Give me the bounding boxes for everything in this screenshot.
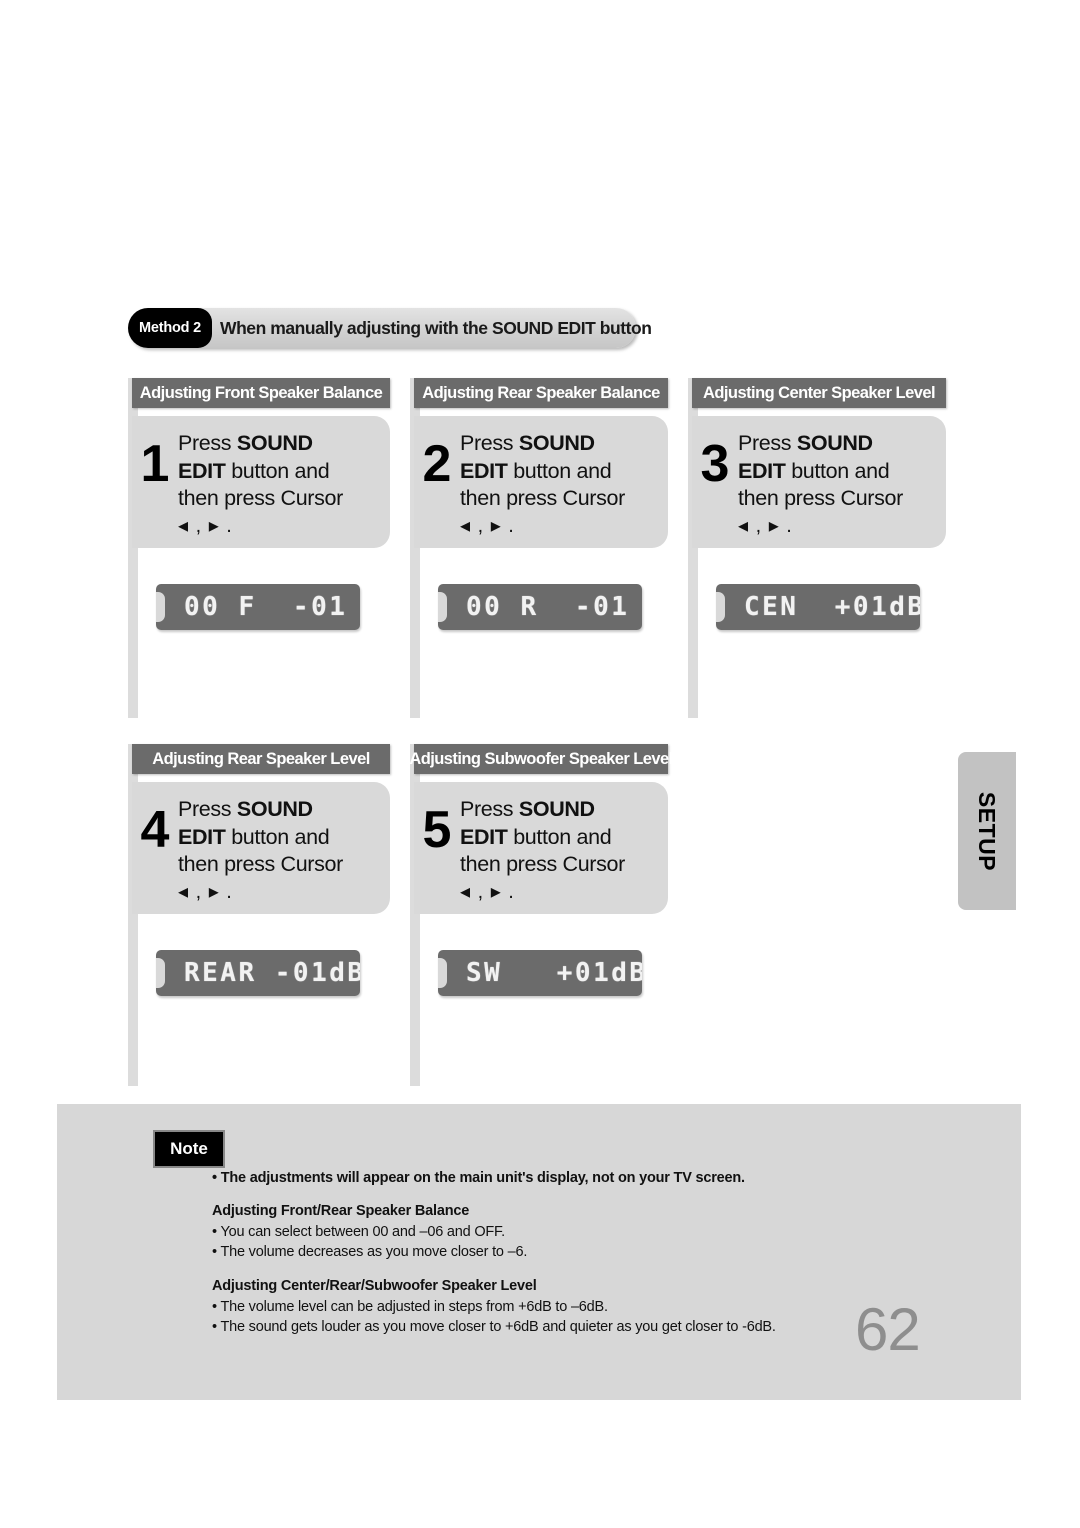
- step-4-press-label: Press: [178, 797, 237, 821]
- setup-tab-label: SETUP: [974, 791, 1001, 871]
- step-3-button-label: button and: [785, 458, 890, 483]
- step-2-button-label: button and: [507, 458, 612, 483]
- lcd-text-subwoofer-level: SW +01dB: [466, 958, 642, 988]
- page-number: 62: [855, 1296, 921, 1363]
- step-4-edit-label: EDIT: [178, 824, 226, 849]
- step-5-edit-label: EDIT: [460, 824, 508, 849]
- step-column-center-level: Adjusting Center Speaker Level 3 Press S…: [688, 378, 958, 718]
- step-number-2: 2: [422, 435, 452, 493]
- note-section-1-item-1: • The volume decreases as you move close…: [212, 1244, 528, 1260]
- step-5-press-label: Press: [460, 797, 519, 821]
- step-3-cursor-label: then press Cursor: [738, 486, 903, 511]
- lcd-display-rear-level: REAR -01dB: [156, 950, 360, 996]
- section-header-center-level: Adjusting Center Speaker Level: [692, 378, 946, 408]
- step-1-cursor-icons: ◂ , ▸ .: [178, 515, 233, 538]
- step-column-subwoofer-level: Adjusting Subwoofer Speaker Level 5 Pres…: [409, 744, 680, 1086]
- setup-side-tab: SETUP: [958, 752, 1016, 910]
- step-4-cursor-icons: ◂ , ▸ .: [178, 881, 233, 904]
- lcd-notch: [716, 592, 725, 622]
- step-3-edit-label: EDIT: [738, 458, 786, 483]
- lcd-display-center-level: CEN +01dB: [716, 584, 920, 630]
- lcd-notch: [156, 958, 165, 988]
- step-box-2: 2 Press SOUND EDIT button and then press…: [414, 416, 668, 548]
- note-section-1-title: Adjusting Front/Rear Speaker Balance: [212, 1203, 470, 1219]
- step-number-1: 1: [140, 435, 170, 493]
- step-column-front-balance: Adjusting Front Speaker Balance 1 Press …: [128, 378, 398, 718]
- step-column-rear-level: Adjusting Rear Speaker Level 4 Press SOU…: [128, 744, 398, 1086]
- lcd-notch: [438, 958, 447, 988]
- step-text-3: Press SOUND EDIT button and then press C…: [738, 416, 903, 537]
- lcd-notch: [438, 592, 447, 622]
- section-header-front-balance: Adjusting Front Speaker Balance: [132, 378, 390, 408]
- lcd-display-front-balance: 00 F -01: [156, 584, 360, 630]
- lcd-text-center-level: CEN +01dB: [744, 592, 920, 622]
- step-1-sound-label: SOUND: [236, 431, 313, 455]
- step-3-cursor-icons: ◂ , ▸ .: [738, 515, 793, 538]
- step-5-button-label: button and: [507, 824, 612, 849]
- step-text-5: Press SOUND EDIT button and then press C…: [460, 782, 625, 903]
- step-2-sound-label: SOUND: [518, 431, 595, 455]
- lcd-text-front-balance: 00 F -01: [184, 592, 348, 622]
- step-3-sound-label: SOUND: [796, 431, 873, 455]
- step-1-edit-label: EDIT: [178, 458, 226, 483]
- step-4-cursor-label: then press Cursor: [178, 852, 343, 877]
- step-2-edit-label: EDIT: [460, 458, 508, 483]
- lcd-display-rear-balance: 00 R -01: [438, 584, 642, 630]
- section-header-rear-level: Adjusting Rear Speaker Level: [132, 744, 390, 774]
- note-lead-item: • The adjustments will appear on the mai…: [212, 1170, 745, 1186]
- step-4-button-label: button and: [225, 824, 330, 849]
- step-4-sound-label: SOUND: [236, 797, 313, 821]
- lcd-text-rear-balance: 00 R -01: [466, 592, 630, 622]
- step-text-4: Press SOUND EDIT button and then press C…: [178, 782, 343, 903]
- section-header-subwoofer-level: Adjusting Subwoofer Speaker Level: [409, 744, 673, 774]
- step-box-4: 4 Press SOUND EDIT button and then press…: [132, 782, 390, 914]
- section-header-rear-balance: Adjusting Rear Speaker Balance: [414, 378, 668, 408]
- step-number-4: 4: [140, 801, 170, 859]
- note-section-2-title: Adjusting Center/Rear/Subwoofer Speaker …: [212, 1278, 537, 1294]
- step-box-1: 1 Press SOUND EDIT button and then press…: [132, 416, 390, 548]
- method-banner: Method 2 When manually adjusting with th…: [128, 308, 652, 348]
- step-2-cursor-label: then press Cursor: [460, 486, 625, 511]
- step-5-cursor-icons: ◂ , ▸ .: [460, 881, 515, 904]
- step-column-rear-balance: Adjusting Rear Speaker Balance 2 Press S…: [410, 378, 680, 718]
- step-1-press-label: Press: [178, 431, 237, 455]
- step-5-cursor-label: then press Cursor: [460, 852, 625, 877]
- step-5-sound-label: SOUND: [518, 797, 595, 821]
- note-spacer: [212, 1264, 1002, 1278]
- note-section-1-item-0: • You can select between 00 and –06 and …: [212, 1224, 505, 1240]
- method-tag: Method 2: [128, 308, 212, 348]
- lcd-display-subwoofer-level: SW +01dB: [438, 950, 642, 996]
- step-box-5: 5 Press SOUND EDIT button and then press…: [414, 782, 668, 914]
- step-number-5: 5: [422, 801, 452, 859]
- step-box-3: 3 Press SOUND EDIT button and then press…: [692, 416, 946, 548]
- step-1-button-label: button and: [225, 458, 330, 483]
- note-badge: Note: [153, 1130, 225, 1168]
- method-title: When manually adjusting with the SOUND E…: [220, 317, 652, 338]
- step-number-3: 3: [700, 435, 730, 493]
- step-3-press-label: Press: [738, 431, 797, 455]
- step-text-2: Press SOUND EDIT button and then press C…: [460, 416, 625, 537]
- step-1-cursor-label: then press Cursor: [178, 486, 343, 511]
- lcd-notch: [156, 592, 165, 622]
- step-2-cursor-icons: ◂ , ▸ .: [460, 515, 515, 538]
- step-2-press-label: Press: [460, 431, 519, 455]
- step-text-1: Press SOUND EDIT button and then press C…: [178, 416, 343, 537]
- lcd-text-rear-level: REAR -01dB: [184, 958, 360, 988]
